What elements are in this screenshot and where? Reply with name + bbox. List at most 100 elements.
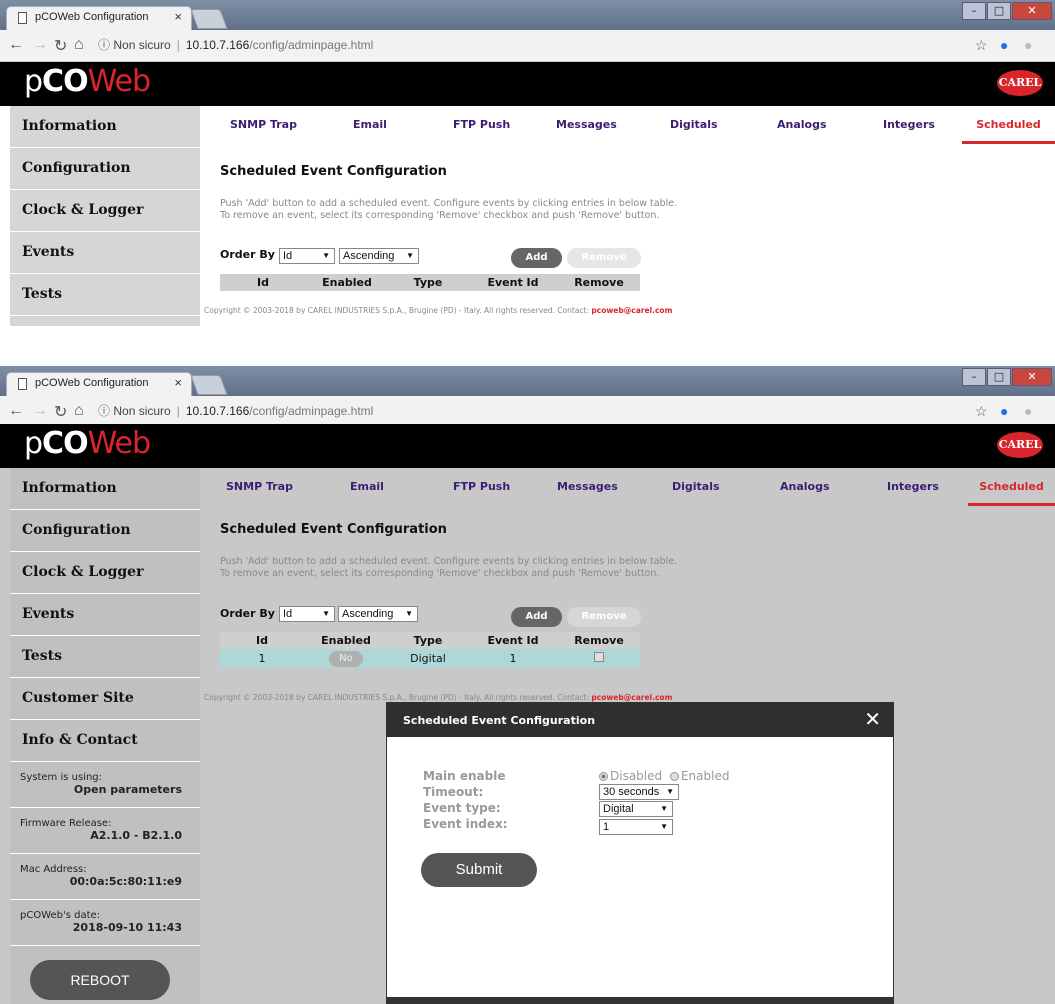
home-icon[interactable]: ⌂ [74,402,84,420]
new-tab-button[interactable] [190,375,228,395]
tab-close-icon[interactable]: × [174,375,182,390]
info-icon[interactable]: ⓘ [98,38,110,52]
tab-messages[interactable]: Messages [557,480,618,493]
tab-analogs[interactable]: Analogs [777,118,827,131]
timeout-label: Timeout: [423,785,484,799]
tab-digitals[interactable]: Digitals [672,480,720,493]
address-bar: ← → ↻ ⌂ ⓘ Non sicuro | 10.10.7.166/config/… [0,30,1055,62]
tab-messages[interactable]: Messages [556,118,617,131]
document-icon [18,12,27,24]
add-button[interactable]: Add [511,607,562,627]
extension-icon[interactable]: ● [1000,403,1008,419]
dialog-close-icon[interactable]: ✕ [864,707,881,731]
enabled-toggle[interactable]: No [329,650,363,667]
tab-scheduled[interactable]: Scheduled [962,118,1055,144]
cell-enabled[interactable]: No [304,649,388,668]
maximize-icon[interactable]: □ [987,2,1011,20]
sidebar-item-info-contact[interactable]: Info & Contact [10,720,200,762]
browser-tab[interactable]: pCOWeb Configuration × [6,6,192,30]
submit-button[interactable]: Submit [421,853,537,887]
security-label: Non sicuro [113,404,171,418]
reload-icon[interactable]: ↻ [54,36,67,56]
column-enabled: Enabled [306,274,388,291]
profile-icon[interactable]: ● [1024,37,1032,53]
tab-scheduled[interactable]: Scheduled [968,480,1055,506]
tab-snmp-trap[interactable]: SNMP Trap [230,118,297,131]
cell-remove[interactable] [558,649,640,668]
order-field-select[interactable]: Id ▼ [279,606,335,622]
event-type-select[interactable]: Digital ▼ [599,801,673,817]
tab-analogs[interactable]: Analogs [780,480,830,493]
tab-close-icon[interactable]: × [174,9,182,24]
tab-snmp-trap[interactable]: SNMP Trap [226,480,293,493]
order-field-select[interactable]: Id ▼ [279,248,335,264]
order-direction-select[interactable]: Ascending ▼ [339,248,419,264]
remove-button[interactable]: Remove [567,607,641,627]
table-row[interactable]: 1 No Digital 1 [220,649,640,668]
remove-checkbox[interactable] [594,652,604,662]
reboot-button[interactable]: REBOOT [30,960,170,1000]
bookmark-star-icon[interactable]: ☆ [975,403,988,420]
sidebar-item-information[interactable]: Information [10,468,200,510]
minimize-icon[interactable]: – [962,2,986,20]
tab-email[interactable]: Email [350,480,384,493]
tab-bar: SNMP Trap Email FTP Push Messages Digita… [200,106,1055,144]
timeout-select[interactable]: 30 seconds ▼ [599,784,679,800]
forward-icon[interactable]: → [32,36,48,54]
profile-icon[interactable]: ● [1024,403,1032,419]
contact-email-link[interactable]: pcoweb@carel.com [591,306,672,315]
tab-email[interactable]: Email [353,118,387,131]
enabled-radio[interactable] [669,772,679,781]
sidebar-item-tests[interactable]: Tests [10,636,200,678]
sidebar-item-customer-site[interactable]: Customer Site [10,678,200,720]
maximize-icon[interactable]: □ [987,368,1011,386]
add-button[interactable]: Add [511,248,562,268]
minimize-icon[interactable]: – [962,368,986,386]
header-banner: pCOWeb CAREL [0,424,1055,468]
sidebar-item-information[interactable]: Information [10,106,200,148]
tab-integers[interactable]: Integers [887,480,939,493]
new-tab-button[interactable] [190,9,228,29]
info-icon[interactable]: ⓘ [98,404,110,418]
sidebar-item-tests[interactable]: Tests [10,274,200,316]
sidebar-item-clock-logger[interactable]: Clock & Logger [10,552,200,594]
url-host: 10.10.7.166 [185,404,250,418]
sidebar-item-configuration[interactable]: Configuration [10,148,200,190]
dialog-footer [387,997,893,1003]
tab-ftp-push[interactable]: FTP Push [453,480,510,493]
window-close-icon[interactable]: ✕ [1012,2,1052,20]
contact-email-link[interactable]: pcoweb@carel.com [591,693,672,702]
sidebar-item-events[interactable]: Events [10,594,200,636]
cell-event-id[interactable]: 1 [468,649,558,668]
cell-id[interactable]: 1 [220,649,304,668]
url-field[interactable]: ⓘ Non sicuro | 10.10.7.166/config/adminpag… [98,36,373,54]
column-enabled: Enabled [304,632,388,649]
extension-icon[interactable]: ● [1000,37,1008,53]
event-index-select[interactable]: 1 ▼ [599,819,673,835]
browser-tab[interactable]: pCOWeb Configuration × [6,372,192,396]
disabled-radio[interactable] [599,772,608,781]
back-icon[interactable]: ← [8,36,24,54]
order-direction-select[interactable]: Ascending ▼ [338,606,418,622]
instructions: Push 'Add' button to add a scheduled eve… [220,198,677,222]
sidebar-item-configuration[interactable]: Configuration [10,510,200,552]
cell-type[interactable]: Digital [388,649,468,668]
forward-icon[interactable]: → [32,402,48,420]
tab-integers[interactable]: Integers [883,118,935,131]
instruction-line-2: To remove an event, select its correspon… [220,210,660,221]
back-icon[interactable]: ← [8,402,24,420]
tab-digitals[interactable]: Digitals [670,118,718,131]
sidebar-item-events[interactable]: Events [10,232,200,274]
url-field[interactable]: ⓘ Non sicuro | 10.10.7.166/config/adminpag… [98,402,373,420]
bookmark-star-icon[interactable]: ☆ [975,37,988,54]
home-icon[interactable]: ⌂ [74,36,84,54]
column-type: Type [388,274,468,291]
sidebar-item-clock-logger[interactable]: Clock & Logger [10,190,200,232]
remove-button[interactable]: Remove [567,248,641,268]
reload-icon[interactable]: ↻ [54,402,67,422]
tab-ftp-push[interactable]: FTP Push [453,118,510,131]
instruction-line-2: To remove an event, select its correspon… [220,568,660,579]
window-close-icon[interactable]: ✕ [1012,368,1052,386]
table-header: Id Enabled Type Event Id Remove [220,632,640,649]
column-event-id: Event Id [468,274,558,291]
